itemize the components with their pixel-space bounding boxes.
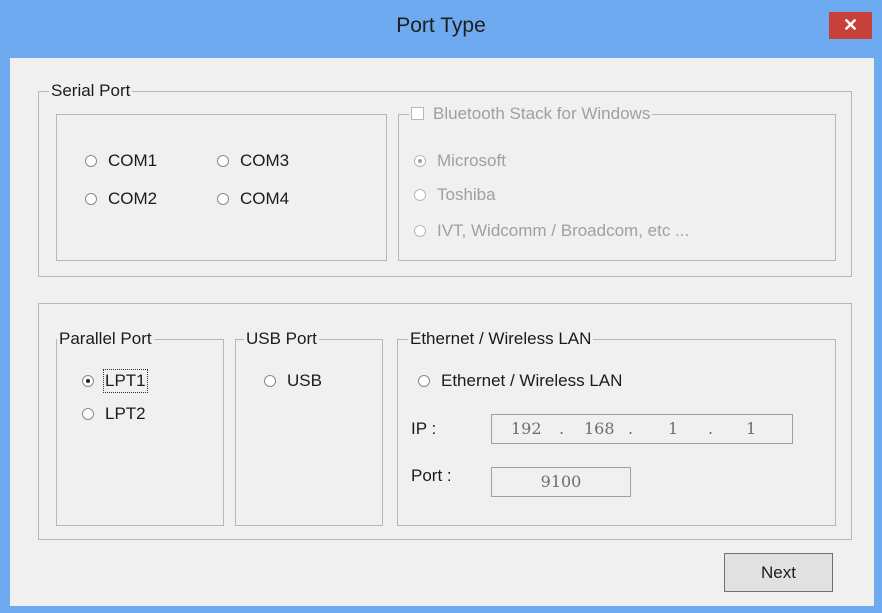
radio-microsoft[interactable]: Microsoft	[414, 151, 506, 171]
ip-dot: .	[628, 419, 634, 438]
usb-label: USB	[287, 371, 322, 390]
ethernet-legend: Ethernet / Wireless LAN	[408, 329, 594, 349]
bluetooth-legend[interactable]: Bluetooth Stack for Windows	[409, 104, 653, 124]
close-button[interactable]: ✕	[829, 12, 872, 39]
other-ports-group: Parallel Port LPT1 LPT2 USB Port USB Eth…	[38, 303, 852, 540]
radio-circle	[414, 225, 426, 237]
lpt1-label: LPT1	[103, 369, 148, 393]
microsoft-label: Microsoft	[437, 151, 506, 170]
radio-circle	[85, 193, 97, 205]
radio-lpt2[interactable]: LPT2	[82, 404, 146, 424]
ip-octet-1: 192	[511, 419, 542, 438]
radio-lpt1[interactable]: LPT1	[82, 369, 148, 393]
dialog-body: Serial Port COM1 COM3 COM2 COM4 Bluetoot…	[10, 58, 874, 606]
radio-circle	[264, 375, 276, 387]
bluetooth-box: Bluetooth Stack for Windows Microsoft To…	[398, 104, 836, 261]
parallel-port-legend: Parallel Port	[57, 329, 154, 349]
ip-dot: .	[559, 419, 565, 438]
radio-com3[interactable]: COM3	[217, 151, 289, 171]
ip-address-field[interactable]: 192 . 168 . 1 . 1	[491, 414, 793, 444]
toshiba-label: Toshiba	[437, 185, 496, 204]
ethernet-box: Ethernet / Wireless LAN Ethernet / Wirel…	[397, 329, 836, 526]
ethernet-label: Ethernet / Wireless LAN	[441, 371, 623, 390]
usb-port-legend: USB Port	[244, 329, 319, 349]
port-label: Port :	[411, 466, 452, 485]
com-ports-box: COM1 COM3 COM2 COM4	[56, 114, 387, 261]
com4-label: COM4	[240, 189, 290, 208]
title-bar[interactable]: Port Type ✕	[0, 0, 882, 58]
radio-com1[interactable]: COM1	[85, 151, 157, 171]
radio-circle-selected	[414, 155, 426, 167]
com3-label: COM3	[240, 151, 290, 170]
com2-label: COM2	[108, 189, 158, 208]
radio-circle-selected	[82, 375, 94, 387]
serial-port-legend: Serial Port	[49, 81, 133, 101]
radio-usb[interactable]: USB	[264, 371, 322, 391]
next-button[interactable]: Next	[724, 553, 833, 592]
ip-octet-2: 168	[584, 419, 615, 438]
port-field[interactable]: 9100	[491, 467, 631, 497]
bluetooth-label: Bluetooth Stack for Windows	[433, 104, 651, 123]
parallel-port-box: Parallel Port LPT1 LPT2	[56, 329, 224, 526]
radio-circle	[217, 155, 229, 167]
radio-ethernet[interactable]: Ethernet / Wireless LAN	[418, 371, 622, 391]
lpt2-label: LPT2	[105, 404, 146, 423]
ip-label: IP :	[411, 419, 437, 438]
ip-octet-3: 1	[668, 419, 679, 438]
close-icon: ✕	[842, 15, 859, 35]
radio-circle	[414, 189, 426, 201]
radio-com2[interactable]: COM2	[85, 189, 157, 209]
ivt-label: IVT, Widcomm / Broadcom, etc ...	[437, 221, 690, 240]
window-title: Port Type	[396, 14, 486, 37]
ip-dot: .	[708, 419, 714, 438]
radio-circle	[85, 155, 97, 167]
radio-circle	[418, 375, 430, 387]
serial-port-group: Serial Port COM1 COM3 COM2 COM4 Bluetoot…	[38, 81, 852, 277]
bluetooth-checkbox[interactable]	[411, 107, 424, 120]
usb-port-box: USB Port USB	[235, 329, 383, 526]
radio-com4[interactable]: COM4	[217, 189, 289, 209]
radio-circle	[82, 408, 94, 420]
radio-ivt-widcomm[interactable]: IVT, Widcomm / Broadcom, etc ...	[414, 221, 689, 241]
ip-octet-4: 1	[746, 419, 757, 438]
radio-toshiba[interactable]: Toshiba	[414, 185, 496, 205]
radio-circle	[217, 193, 229, 205]
com1-label: COM1	[108, 151, 158, 170]
